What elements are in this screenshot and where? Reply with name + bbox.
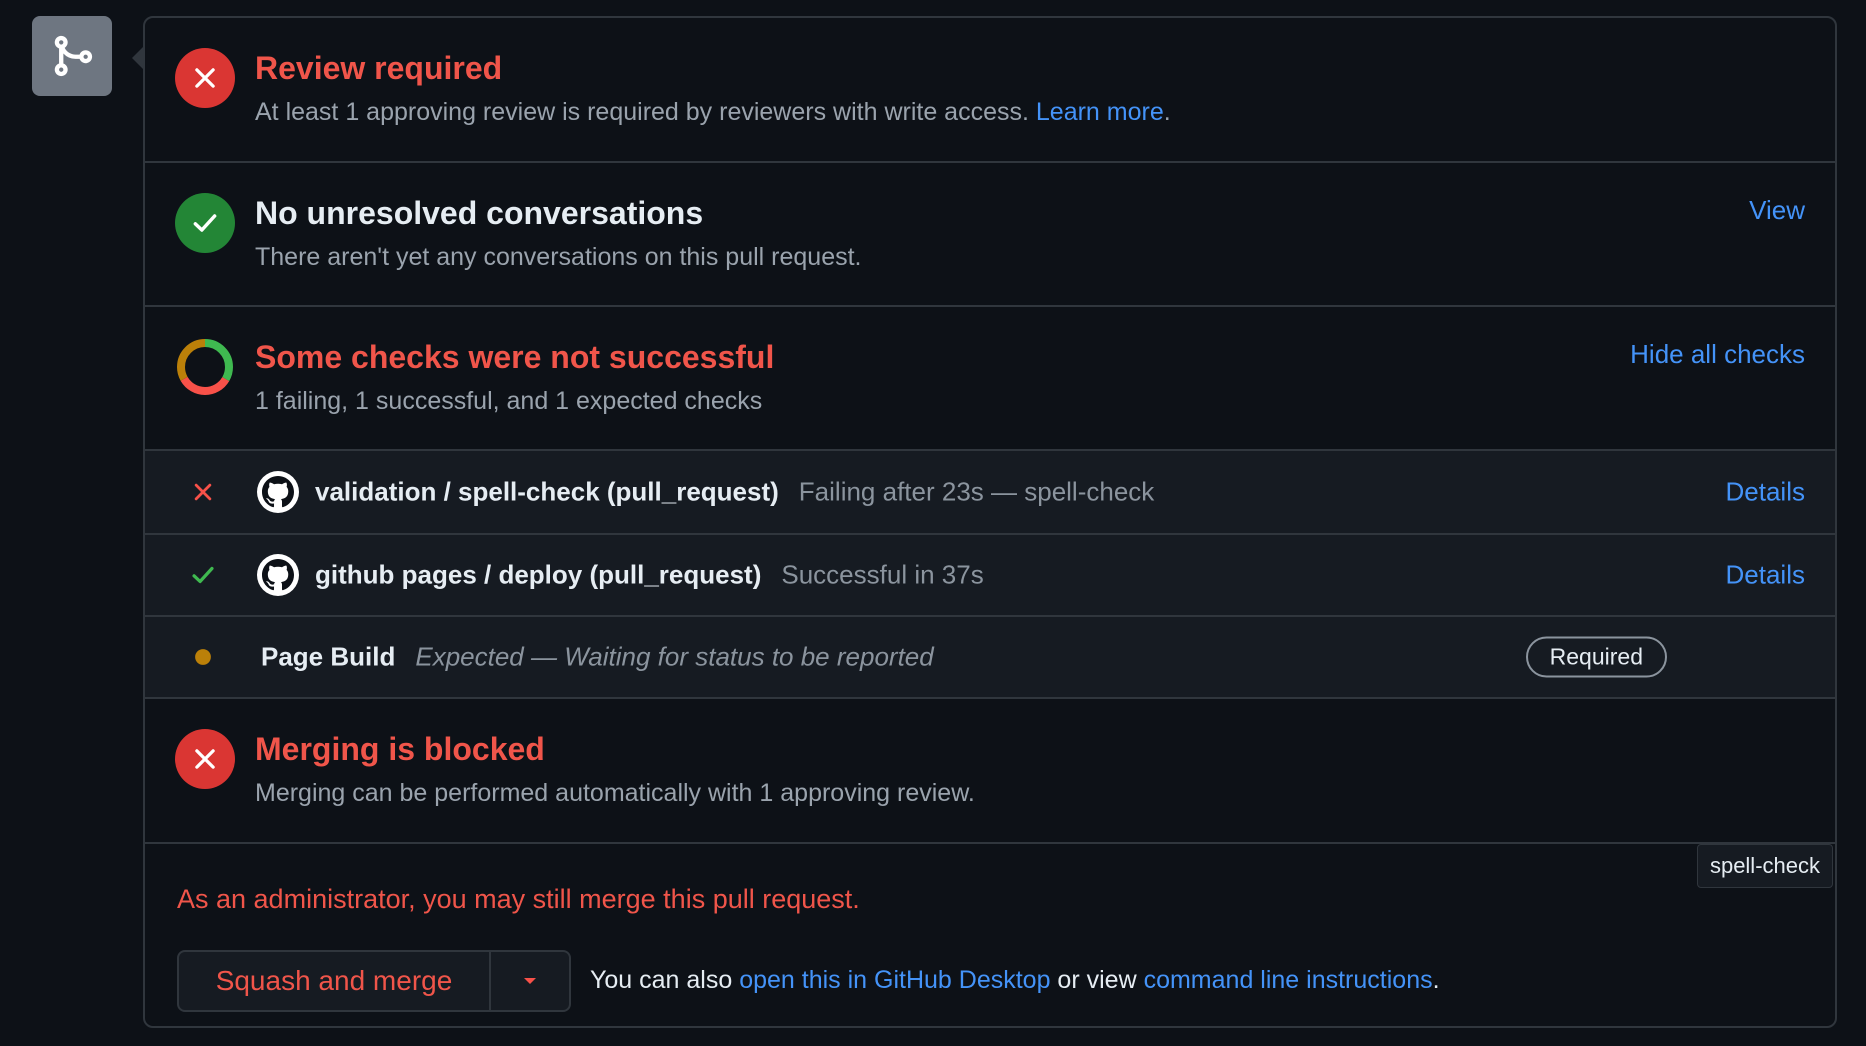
hide-all-checks-link[interactable]: Hide all checks <box>1630 339 1805 370</box>
conversations-section: No unresolved conversations There aren't… <box>145 163 1835 307</box>
merging-blocked-section: Merging is blocked Merging can be perfor… <box>145 699 1835 844</box>
check-name: Page Build Expected — Waiting for status … <box>261 641 934 672</box>
learn-more-link[interactable]: Learn more <box>1036 98 1164 126</box>
review-required-section: Review required At least 1 approving rev… <box>145 18 1835 163</box>
check-name: validation / spell-check (pull_request) F… <box>315 476 1155 507</box>
check-row-spell-check: validation / spell-check (pull_request) F… <box>145 451 1835 535</box>
donut-status-icon <box>175 337 235 397</box>
check-detail: Failing after 23s — spell-check <box>798 476 1155 507</box>
github-mark-icon <box>257 554 299 596</box>
x-icon <box>189 478 217 506</box>
view-conversations-link[interactable]: View <box>1749 195 1805 226</box>
merge-status-panel: Review required At least 1 approving rev… <box>143 16 1837 1028</box>
check-detail: Successful in 37s <box>781 559 984 590</box>
dot-fill-icon <box>189 643 217 671</box>
command-line-instructions-link[interactable]: command line instructions <box>1144 966 1433 994</box>
tooltip: spell-check <box>1696 844 1833 888</box>
admin-merge-section: spell-check As an administrator, you may… <box>145 844 1835 1026</box>
check-icon <box>189 561 217 589</box>
checks-desc: 1 failing, 1 successful, and 1 expected … <box>255 387 763 415</box>
check-name: github pages / deploy (pull_request) Succ… <box>315 559 984 590</box>
merging-blocked-title: Merging is blocked <box>255 731 545 767</box>
check-row-deploy: github pages / deploy (pull_request) Succ… <box>145 535 1835 617</box>
squash-and-merge-button[interactable]: Squash and merge <box>179 952 491 1010</box>
open-github-desktop-link[interactable]: open this in GitHub Desktop <box>739 966 1050 994</box>
conversations-desc: There aren't yet any conversations on th… <box>255 243 862 271</box>
merge-button-group: Squash and merge <box>177 950 571 1012</box>
merging-blocked-desc: Merging can be performed automatically w… <box>255 779 975 807</box>
review-required-desc: At least 1 approving review is required … <box>255 98 1171 126</box>
review-required-title: Review required <box>255 50 503 86</box>
github-mark-icon <box>257 471 299 513</box>
checks-section: Some checks were not successful 1 failin… <box>145 307 1835 451</box>
triangle-down-icon <box>524 978 536 984</box>
check-circle-icon <box>175 193 235 253</box>
required-badge: Required <box>1525 636 1667 678</box>
conversations-title: No unresolved conversations <box>255 195 704 231</box>
git-merge-icon <box>32 16 112 96</box>
x-circle-icon <box>175 729 235 789</box>
alternative-merge-text: You can also open this in GitHub Desktop… <box>590 966 1440 994</box>
details-link[interactable]: Details <box>1726 560 1805 591</box>
checks-title: Some checks were not successful <box>255 339 775 375</box>
details-link[interactable]: Details <box>1726 477 1805 508</box>
x-circle-icon <box>175 48 235 108</box>
check-row-page-build: Page Build Expected — Waiting for status … <box>145 617 1835 699</box>
merge-options-dropdown[interactable] <box>491 952 569 1010</box>
check-detail: Expected — Waiting for status to be repo… <box>415 641 934 672</box>
admin-merge-note: As an administrator, you may still merge… <box>177 884 860 914</box>
